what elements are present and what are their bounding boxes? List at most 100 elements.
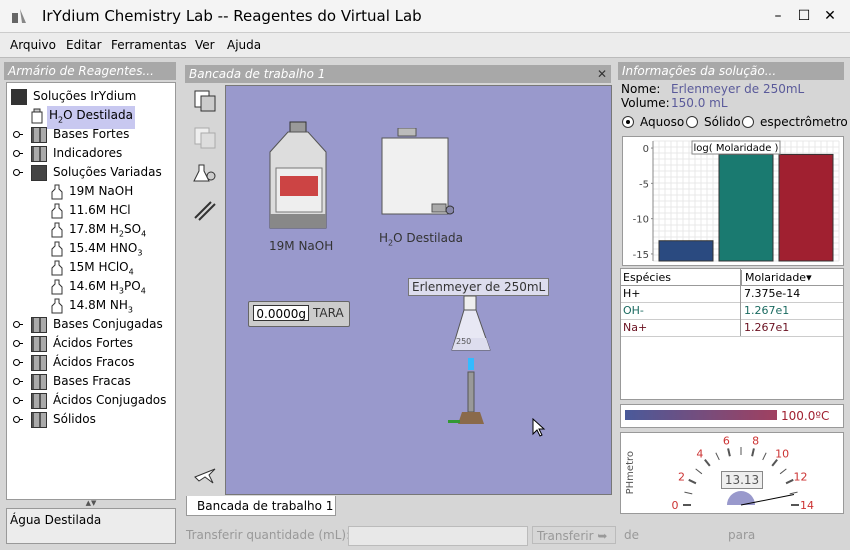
transfer-amount-input[interactable] [348,526,528,546]
scale-display: 0.0000g [253,305,309,321]
cabinet-header: Armário de Reagentes... [4,62,176,80]
cabinet-icon [31,412,47,428]
minimize-button[interactable]: – [768,6,788,26]
new-workbench-icon[interactable] [193,89,217,113]
ph-scale-label: 8 [752,435,759,448]
workbench-header: Bancada de trabalho 1 ✕ [185,65,611,83]
chart-bar [778,153,834,262]
cabinet-icon [11,89,27,105]
ph-tick [751,448,755,457]
chart-bar [718,153,774,262]
sort-down-icon: ▾ [806,271,812,284]
maximize-button[interactable]: ☐ [794,6,814,26]
info-header: Informações da solução... [618,62,844,80]
ph-scale-label: 2 [678,470,685,483]
header-especies[interactable]: Espécies [623,270,739,286]
mouse-cursor-icon [532,418,546,437]
bottle-icon [51,203,63,219]
cabinet-icon [31,374,47,390]
tab-workbench-1[interactable]: Bancada de trabalho 1 [186,496,336,516]
ph-tick [684,491,693,495]
cabinet-status: Água Destilada [6,508,176,544]
splitter-handle[interactable]: ▲▼ [6,499,176,507]
tools-icon[interactable] [193,198,217,222]
title-bar: IrYdium Chemistry Lab -- Reagentes do Vi… [0,0,850,33]
ph-tick [704,459,711,467]
species-cell: H+ [623,287,641,300]
chart-title: log( Molaridade ) [694,143,779,154]
bottle-icon [51,222,63,238]
ph-meter: PHmetro 0 2 4 6 8 10 12 14 13.13 [620,432,844,514]
radio-espectrometro[interactable] [742,116,754,128]
chart-svg: 0 -5 -10 -15 log( Molaridade ) [633,140,840,262]
balance-scale[interactable]: 0.0000g TARA [248,301,350,327]
ph-scale-label: 4 [696,447,703,460]
ph-tick [779,468,787,475]
ph-tick [771,459,778,467]
expand-toggle-icon[interactable] [11,353,23,372]
expand-toggle-icon[interactable] [11,391,23,410]
species-table: Espécies Molaridade▾ H+ 7.375e-14 OH- 1.… [620,268,844,400]
menu-bar: Arquivo Editar Ferramentas Ver Ajuda [0,33,850,58]
y-tick-label: 0 [643,144,649,155]
expand-toggle-icon[interactable] [11,125,23,144]
window-title: IrYdium Chemistry Lab -- Reagentes do Vi… [42,7,422,25]
expand-toggle-icon[interactable] [11,315,23,334]
cabinet-open-icon [31,165,47,181]
cabinet-icon [31,393,47,409]
cabinet-icon [31,336,47,352]
naoh-bottle-icon[interactable] [266,118,332,233]
erlenmeyer-flask-icon[interactable]: 250 [448,296,494,436]
bottle-icon [51,241,63,257]
bottle-icon [31,108,43,124]
workbench-canvas[interactable]: 19M NaOH H2O Destilada 0.0000g TARA Erle… [225,85,612,495]
bottle-icon [51,279,63,295]
ph-tick [727,448,731,457]
bottle-icon [51,298,63,314]
flask-tooltip: Erlenmeyer de 250mL [408,278,550,296]
transfer-button[interactable]: Transferir ➥ [532,526,616,544]
menu-arquivo[interactable]: Arquivo [10,38,56,52]
expand-toggle-icon[interactable] [11,410,23,429]
header-molaridade[interactable]: Molaridade▾ [741,270,842,286]
ph-scale-label: 12 [793,470,807,483]
bottle-icon [51,184,63,200]
molarity-chart: 0 -5 -10 -15 log( Molaridade ) [622,136,844,266]
glassware-icon[interactable] [193,162,217,186]
close-icon[interactable]: ✕ [597,65,607,83]
menu-ver[interactable]: Ver [195,38,215,52]
radio-aquoso[interactable] [622,116,634,128]
molarity-cell: 1.267e1 [744,304,790,317]
transfer-arrow-icon: ➥ [597,529,608,543]
water-carboy-icon[interactable] [378,128,454,224]
menu-ferramentas[interactable]: Ferramentas [111,38,187,52]
tare-button[interactable]: TARA [313,306,344,320]
species-cell: OH- [623,304,644,317]
ph-scale-label: 14 [800,499,814,512]
expand-toggle-icon[interactable] [11,372,23,391]
airplane-icon[interactable] [193,463,217,487]
expand-toggle-icon[interactable] [11,144,23,163]
radio-solido[interactable] [686,116,698,128]
collapse-toggle-icon[interactable] [11,163,23,182]
menu-editar[interactable]: Editar [66,38,102,52]
close-button[interactable]: ✕ [820,6,840,26]
ph-scale-label: 0 [672,499,679,512]
ph-tick [789,491,798,495]
expand-toggle-icon[interactable] [11,334,23,353]
y-tick-label: -10 [633,215,649,226]
copy-icon[interactable] [193,126,217,150]
molarity-cell: 1.267e1 [744,321,790,334]
ph-tick [688,478,697,485]
bottle-icon [51,260,63,276]
thermometer-bar [625,410,777,420]
ph-tick [785,478,794,485]
ph-tick [695,468,703,475]
transfer-bar: Transferir quantidade (mL): Transferir ➥… [182,524,850,548]
svg-text:250: 250 [456,337,471,346]
cabinet-icon [31,127,47,143]
menu-ajuda[interactable]: Ajuda [227,38,261,52]
y-tick-label: -5 [639,179,649,190]
ph-readout: 13.13 [721,471,763,489]
cabinet-icon [31,355,47,371]
